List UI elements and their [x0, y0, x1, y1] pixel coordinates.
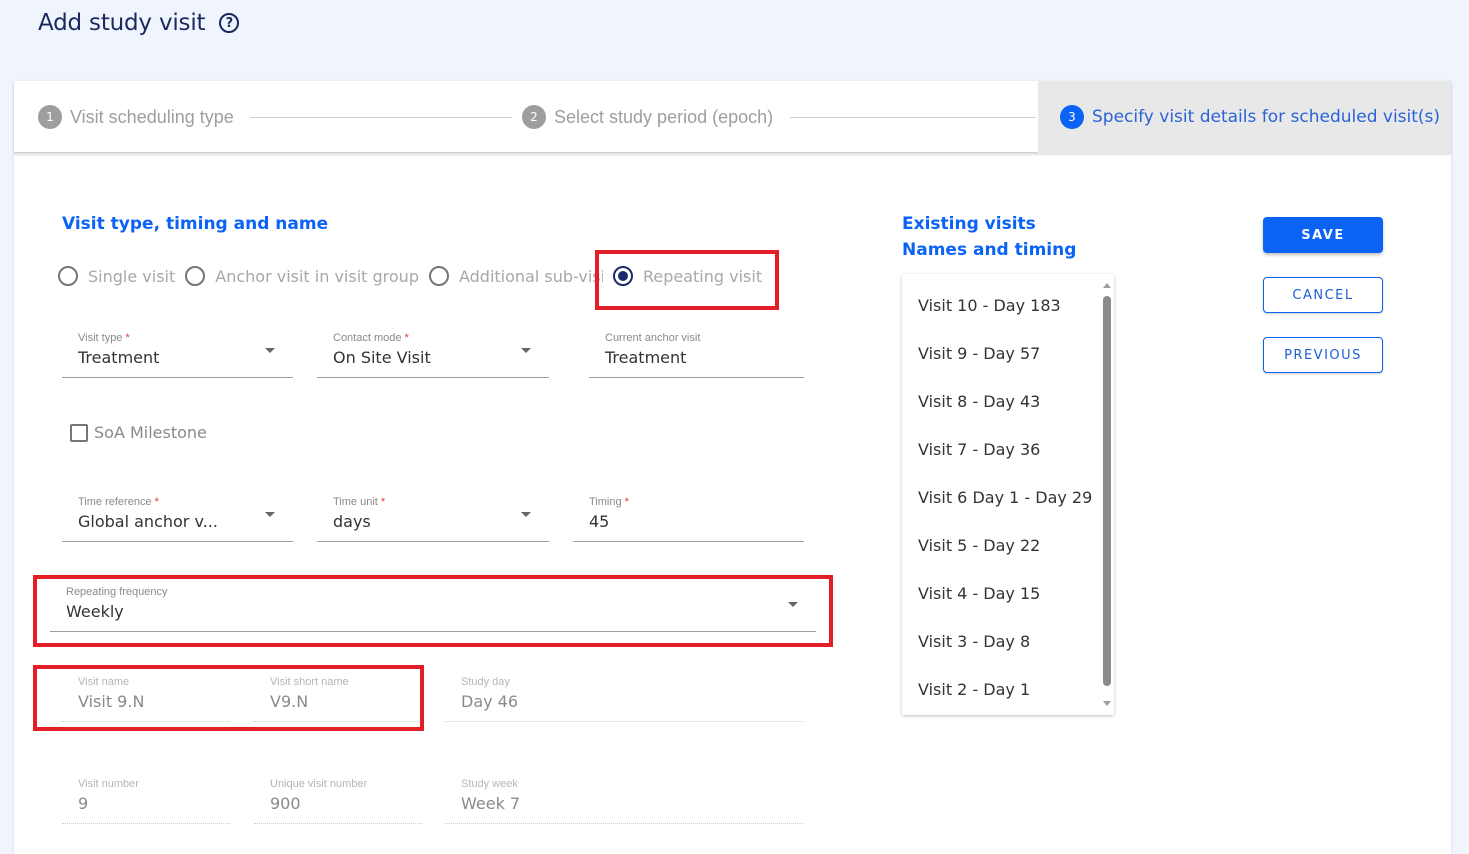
list-item[interactable]: Visit 8 - Day 43	[918, 392, 1040, 411]
dropdown-caret-icon[interactable]	[265, 512, 275, 517]
radio-circle-icon[interactable]	[185, 266, 206, 286]
study-day-field: Study day Day 46	[445, 674, 804, 722]
dropdown-caret-icon[interactable]	[521, 512, 531, 517]
time-reference-select[interactable]: Time reference * Global anchor v...	[62, 494, 293, 542]
field-label: Study day	[461, 676, 510, 688]
list-item[interactable]: Visit 10 - Day 183	[918, 296, 1061, 315]
checkbox-icon[interactable]	[70, 423, 88, 442]
soa-milestone-checkbox[interactable]: SoA Milestone	[70, 423, 207, 442]
existing-visits-title-line1: Existing visits	[902, 214, 1036, 234]
step-number: 3	[1060, 105, 1084, 129]
visit-short-name-field: Visit short name V9.N	[254, 674, 422, 722]
page-title: Add study visit ?	[38, 10, 240, 36]
stepper: 1 Visit scheduling type 2 Select study p…	[14, 81, 1451, 153]
visit-class-radio-group: Single visit Anchor visit in visit group…	[58, 266, 772, 286]
radio-anchor-visit[interactable]: Anchor visit in visit group	[185, 266, 419, 286]
visit-name-field: Visit name Visit 9.N	[62, 674, 230, 722]
current-anchor-visit-field[interactable]: Current anchor visit Treatment	[589, 330, 804, 378]
radio-label: Additional sub-visit	[458, 266, 603, 286]
timing-input[interactable]: Timing * 45	[573, 494, 804, 542]
step-connector	[790, 117, 1036, 118]
step-label: Select study period (epoch)	[554, 106, 774, 127]
field-value: V9.N	[270, 692, 309, 711]
field-value: Global anchor v...	[78, 512, 218, 531]
previous-button[interactable]: PREVIOUS	[1263, 337, 1383, 373]
scroll-up-arrow-icon[interactable]	[1103, 283, 1111, 288]
field-label: Study week	[461, 778, 518, 790]
step-select-study-period[interactable]: 2 Select study period (epoch)	[522, 81, 773, 153]
step-label: Visit scheduling type	[70, 106, 234, 127]
time-unit-select[interactable]: Time unit * days	[317, 494, 549, 542]
radio-label: Anchor visit in visit group	[215, 266, 419, 286]
step-number: 1	[38, 105, 62, 129]
radio-single-visit[interactable]: Single visit	[58, 266, 175, 286]
field-value: days	[333, 512, 371, 531]
existing-visits-list[interactable]: Visit 10 - Day 183 Visit 9 - Day 57 Visi…	[902, 274, 1114, 715]
field-value: Treatment	[605, 348, 687, 367]
study-week-field: Study week Week 7	[445, 776, 804, 824]
field-label: Time unit *	[333, 496, 386, 508]
dropdown-caret-icon[interactable]	[521, 348, 531, 353]
page-title-text: Add study visit	[38, 10, 206, 36]
existing-visits-title: Existing visits Names and timing	[902, 211, 1076, 263]
contact-mode-select[interactable]: Contact mode * On Site Visit	[317, 330, 549, 378]
scroll-down-arrow-icon[interactable]	[1103, 701, 1111, 706]
field-label: Current anchor visit	[605, 332, 701, 344]
list-item[interactable]: Visit 7 - Day 36	[918, 440, 1040, 459]
field-label: Visit number	[78, 778, 139, 790]
scrollbar-thumb[interactable]	[1103, 296, 1111, 686]
step-specify-visit-details[interactable]: 3 Specify visit details for scheduled vi…	[1038, 81, 1451, 153]
radio-repeating-visit[interactable]: Repeating visit	[612, 266, 763, 286]
field-value: On Site Visit	[333, 348, 431, 367]
scrollbar[interactable]	[1100, 274, 1114, 715]
step-label: Specify visit details for scheduled visi…	[1092, 107, 1441, 127]
field-label: Time reference *	[78, 496, 159, 508]
field-value: Day 46	[461, 692, 519, 711]
field-value: Week 7	[461, 794, 521, 813]
field-label: Visit short name	[270, 676, 349, 688]
field-label: Visit type *	[78, 332, 130, 344]
radio-label: Repeating visit	[642, 266, 763, 286]
field-label: Visit name	[78, 676, 130, 688]
radio-additional-sub-visit[interactable]: Additional sub-visit	[428, 266, 603, 286]
field-label: Timing *	[589, 496, 629, 508]
radio-label: Single visit	[88, 266, 176, 286]
cancel-button[interactable]: CANCEL	[1263, 277, 1383, 313]
step-number: 2	[522, 105, 546, 129]
field-value: 45	[589, 512, 610, 531]
list-item[interactable]: Visit 2 - Day 1	[918, 680, 1030, 699]
list-item[interactable]: Visit 6 Day 1 - Day 29	[918, 488, 1092, 507]
dropdown-caret-icon[interactable]	[788, 602, 798, 607]
radio-circle-icon[interactable]	[428, 266, 449, 286]
field-label: Repeating frequency	[66, 586, 168, 598]
field-value: 9	[78, 794, 89, 813]
step-connector	[250, 117, 512, 118]
radio-circle-icon[interactable]	[58, 266, 78, 286]
field-label: Contact mode *	[333, 332, 409, 344]
dropdown-caret-icon[interactable]	[265, 348, 275, 353]
field-value: Treatment	[78, 348, 160, 367]
field-value: Weekly	[66, 602, 124, 621]
repeating-frequency-select[interactable]: Repeating frequency Weekly	[50, 584, 816, 632]
field-label: Unique visit number	[270, 778, 368, 790]
section-title: Visit type, timing and name	[62, 214, 329, 234]
wizard-card: 1 Visit scheduling type 2 Select study p…	[14, 81, 1451, 854]
unique-visit-number-field: Unique visit number 900	[254, 776, 422, 824]
list-item[interactable]: Visit 4 - Day 15	[918, 584, 1040, 603]
visit-number-field: Visit number 9	[62, 776, 230, 824]
help-circle-icon[interactable]: ?	[219, 13, 240, 33]
radio-checked-icon[interactable]	[612, 266, 633, 286]
step-visit-scheduling-type[interactable]: 1 Visit scheduling type	[38, 81, 234, 153]
field-value: 900	[270, 794, 301, 813]
list-item[interactable]: Visit 9 - Day 57	[918, 344, 1040, 363]
checkbox-label: SoA Milestone	[94, 423, 207, 442]
visit-type-select[interactable]: Visit type * Treatment	[62, 330, 293, 378]
existing-visits-title-line2: Names and timing	[902, 240, 1077, 260]
field-value: Visit 9.N	[78, 692, 145, 711]
list-item[interactable]: Visit 3 - Day 8	[918, 632, 1030, 651]
save-button[interactable]: SAVE	[1263, 217, 1383, 253]
list-item[interactable]: Visit 5 - Day 22	[918, 536, 1040, 555]
